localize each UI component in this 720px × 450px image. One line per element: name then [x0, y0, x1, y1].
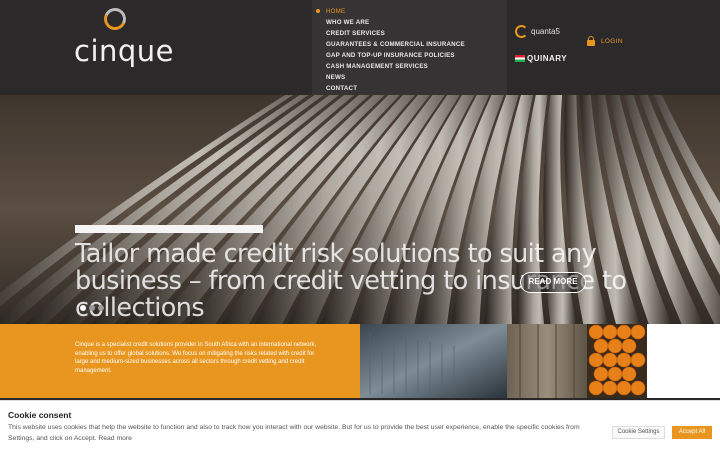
slider-dot-1[interactable] [80, 305, 86, 311]
nav-item-news[interactable]: NEWS [312, 72, 507, 83]
cookie-banner: Cookie consent This website uses cookies… [0, 400, 720, 450]
wood-image [507, 324, 587, 398]
hero-slider: Tailor made credit risk solutions to sui… [0, 95, 720, 324]
nav-item-contact[interactable]: CONTACT [312, 83, 507, 94]
nav-item-guarantees[interactable]: GUARANTEES & COMMERCIAL INSURANCE [312, 39, 507, 50]
login-link[interactable]: LOGIN [587, 36, 623, 46]
hero-accent-bar [75, 225, 263, 233]
nav-item-cash-management[interactable]: CASH MANAGEMENT SERVICES [312, 61, 507, 72]
image-tiles [360, 324, 720, 398]
nav-item-gap-topup[interactable]: GAP AND TOP-UP INSURANCE POLICIES [312, 50, 507, 61]
cookie-body: This website uses cookies that help the … [8, 424, 580, 442]
logo-ring-icon [100, 4, 130, 34]
slider-dot-2[interactable] [89, 305, 95, 311]
quanta5-icon [515, 24, 528, 38]
intro-text: Cinque is a specialist credit solutions … [75, 342, 317, 374]
login-label: LOGIN [601, 37, 623, 45]
nav-item-who-we-are[interactable]: WHO WE ARE [312, 17, 507, 28]
cookie-accept-button[interactable]: Accept All [672, 426, 712, 439]
slider-dot-3[interactable] [98, 305, 104, 311]
site-header: cinque HOME WHO WE ARE CREDIT SERVICES G… [0, 0, 720, 95]
cinque-logo[interactable]: cinque [72, 4, 174, 72]
partner-logos: quanta5 QUINARY [512, 22, 582, 64]
intro-panel: Cinque is a specialist credit solutions … [0, 324, 360, 398]
flag-icon [515, 54, 525, 62]
nav-item-home[interactable]: HOME [312, 6, 507, 17]
quanta5-text: quanta5 [531, 26, 560, 36]
cookie-title: Cookie consent [8, 410, 72, 420]
cookie-text: This website uses cookies that help the … [8, 423, 598, 444]
logo-text: cinque [74, 34, 175, 68]
quanta5-logo[interactable]: quanta5 [512, 22, 582, 40]
cookie-settings-button[interactable]: Cookie Settings [612, 426, 665, 439]
quinary-text: QUINARY [527, 53, 568, 63]
nav-item-credit-services[interactable]: CREDIT SERVICES [312, 28, 507, 39]
read-more-button[interactable]: READ MORE [520, 272, 586, 293]
main-nav: HOME WHO WE ARE CREDIT SERVICES GUARANTE… [312, 0, 507, 95]
quinary-logo[interactable]: QUINARY [512, 52, 582, 64]
cookie-read-more-link[interactable]: Read more [98, 435, 132, 442]
slider-dots [80, 305, 104, 311]
tile-images [360, 324, 720, 398]
lock-icon [587, 36, 595, 46]
